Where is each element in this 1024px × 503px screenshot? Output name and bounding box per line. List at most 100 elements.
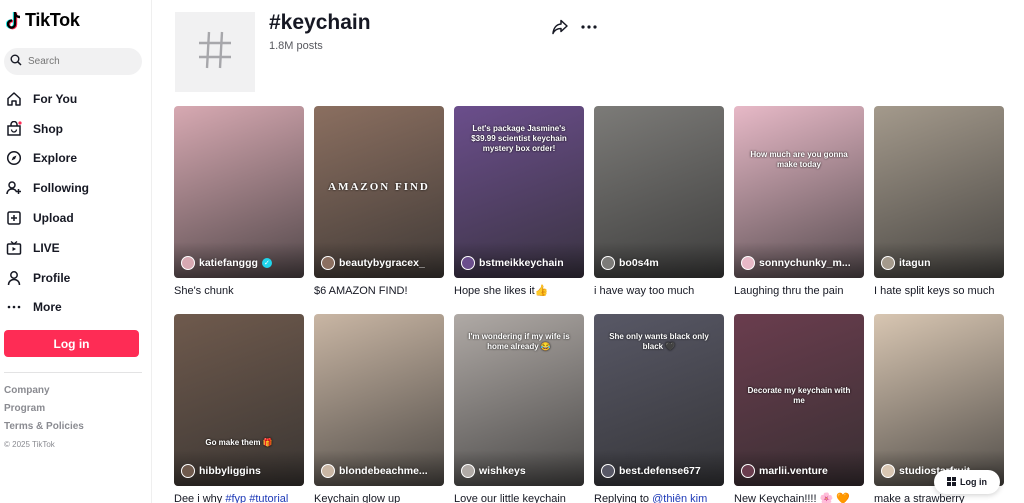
avatar: [181, 464, 195, 478]
video-card[interactable]: How much are you gonna make today sonnych…: [734, 106, 864, 299]
video-description[interactable]: Hope she likes it👍: [454, 283, 584, 299]
nav-more[interactable]: More: [4, 293, 146, 323]
nav-for-you[interactable]: For You: [4, 84, 146, 114]
video-thumbnail[interactable]: Decorate my keychain with me marlii.ventu…: [734, 314, 864, 486]
nav-shop[interactable]: Shop: [4, 114, 146, 144]
nav-label: Profile: [33, 270, 71, 285]
nav-label: Upload: [33, 211, 74, 226]
shop-bag-icon: [6, 120, 22, 137]
video-overlay-text: How much are you gonna make today: [750, 150, 848, 169]
nav-label: LIVE: [33, 240, 60, 255]
video-author[interactable]: best.defense677: [601, 464, 701, 478]
author-name: bstmeikkeychain: [479, 257, 564, 269]
video-author[interactable]: itagun: [881, 256, 931, 270]
video-author[interactable]: blondebeachme...: [321, 464, 428, 478]
video-description[interactable]: i have way too much: [594, 283, 724, 299]
nav-profile[interactable]: Profile: [4, 263, 146, 293]
tv-icon: [6, 240, 22, 256]
tiktok-logo[interactable]: TikTok: [5, 10, 80, 31]
hashtag-icon: [197, 30, 233, 75]
search-input[interactable]: [28, 56, 128, 67]
tiktok-note-icon: [5, 11, 22, 31]
video-thumbnail[interactable]: bo0s4m: [594, 106, 724, 278]
avatar: [601, 256, 615, 270]
video-card[interactable]: itagun I hate split keys so much: [874, 106, 1004, 299]
video-thumbnail[interactable]: Go make them 🎁 hibbyliggins: [174, 314, 304, 486]
video-overlay-text: Decorate my keychain with me: [747, 386, 851, 405]
login-button[interactable]: Log in: [4, 330, 139, 357]
avatar: [601, 464, 615, 478]
video-overlay-text: AMAZON FIND: [328, 181, 430, 193]
video-description[interactable]: Love our little keychain: [454, 491, 584, 503]
compass-icon: [6, 150, 22, 166]
video-description[interactable]: Laughing thru the pain: [734, 283, 864, 299]
share-icon[interactable]: [551, 18, 569, 36]
nav-explore[interactable]: Explore: [4, 144, 146, 174]
nav-live[interactable]: LIVE: [4, 233, 146, 263]
video-author[interactable]: hibbyliggins: [181, 464, 261, 478]
video-thumbnail[interactable]: blondebeachme...: [314, 314, 444, 486]
hashtag-avatar: [175, 12, 255, 92]
floating-login-label: Log in: [960, 477, 987, 487]
video-card[interactable]: bo0s4m i have way too much: [594, 106, 724, 299]
video-description[interactable]: Replying to @thiên kim: [594, 491, 724, 503]
floating-login-button[interactable]: Log in: [934, 470, 1000, 494]
video-author[interactable]: sonnychunky_m...: [741, 256, 851, 270]
video-description[interactable]: Keychain glow up: [314, 491, 444, 503]
description-hashtag-link[interactable]: #fyp #tutorial: [225, 493, 288, 503]
video-card[interactable]: katiefanggg ✓ She's chunk: [174, 106, 304, 299]
video-card[interactable]: She only wants black only black 🖤 best.de…: [594, 314, 724, 503]
video-thumbnail[interactable]: How much are you gonna make today sonnych…: [734, 106, 864, 278]
video-thumbnail[interactable]: I'm wondering if my wife is home already…: [454, 314, 584, 486]
video-overlay-text: I'm wondering if my wife is home already…: [468, 332, 570, 351]
video-author[interactable]: marlii.venture: [741, 464, 828, 478]
author-name: katiefanggg: [199, 257, 258, 269]
video-description[interactable]: Dee i why #fyp #tutorial: [174, 491, 304, 503]
nav-upload[interactable]: Upload: [4, 203, 146, 233]
video-overlay-text: Go make them 🎁: [205, 438, 273, 447]
avatar: [881, 464, 895, 478]
video-card[interactable]: Let's package Jasmine's $39.99 scientist…: [454, 106, 584, 299]
video-thumbnail[interactable]: studiostarfruit: [874, 314, 1004, 486]
author-name: wishkeys: [479, 465, 526, 477]
video-card[interactable]: AMAZON FIND beautybygracex_ $6 AMAZON FIND…: [314, 106, 444, 299]
avatar: [321, 256, 335, 270]
description-hashtag-link[interactable]: @thiên kim: [652, 493, 707, 503]
nav-label: Following: [33, 181, 89, 196]
video-card[interactable]: Go make them 🎁 hibbyliggins Dee i why #fyp…: [174, 314, 304, 503]
video-thumbnail[interactable]: AMAZON FIND beautybygracex_: [314, 106, 444, 278]
video-thumbnail[interactable]: Let's package Jasmine's $39.99 scientist…: [454, 106, 584, 278]
video-description[interactable]: She's chunk: [174, 283, 304, 299]
video-card[interactable]: I'm wondering if my wife is home already…: [454, 314, 584, 503]
video-description[interactable]: I hate split keys so much: [874, 283, 1004, 299]
video-thumbnail[interactable]: katiefanggg ✓: [174, 106, 304, 278]
video-author[interactable]: katiefanggg ✓: [181, 256, 272, 270]
author-name: itagun: [899, 257, 931, 269]
video-description[interactable]: New Keychain!!!! 🌸 🧡: [734, 491, 864, 503]
description-text: Dee i why: [174, 493, 226, 503]
video-thumbnail[interactable]: itagun: [874, 106, 1004, 278]
more-options-icon[interactable]: [580, 18, 598, 36]
author-name: bo0s4m: [619, 257, 659, 269]
video-author[interactable]: bstmeikkeychain: [461, 256, 564, 270]
nav-following[interactable]: Following: [4, 173, 146, 203]
main-nav: For You Shop Explore Following Upload LI…: [4, 84, 146, 322]
avatar: [181, 256, 195, 270]
video-card[interactable]: blondebeachme... Keychain glow up: [314, 314, 444, 503]
video-description[interactable]: $6 AMAZON FIND!: [314, 283, 444, 299]
grid-icon: [947, 476, 956, 488]
avatar: [741, 256, 755, 270]
footer-link-company[interactable]: Company: [4, 385, 84, 403]
video-thumbnail[interactable]: She only wants black only black 🖤 best.de…: [594, 314, 724, 486]
sidebar: TikTok For You Shop Explore Following Up…: [0, 0, 152, 503]
footer-link-program[interactable]: Program: [4, 403, 84, 421]
author-name: beautybygracex_: [339, 257, 425, 269]
video-author[interactable]: bo0s4m: [601, 256, 659, 270]
footer-link-terms[interactable]: Terms & Policies: [4, 421, 84, 439]
search-box[interactable]: [4, 48, 142, 75]
video-author[interactable]: wishkeys: [461, 464, 526, 478]
video-card[interactable]: Decorate my keychain with me marlii.ventu…: [734, 314, 864, 503]
video-overlay-text: Let's package Jasmine's $39.99 scientist…: [471, 124, 567, 153]
video-author[interactable]: beautybygracex_: [321, 256, 425, 270]
copyright: © 2025 TikTok: [4, 440, 55, 449]
